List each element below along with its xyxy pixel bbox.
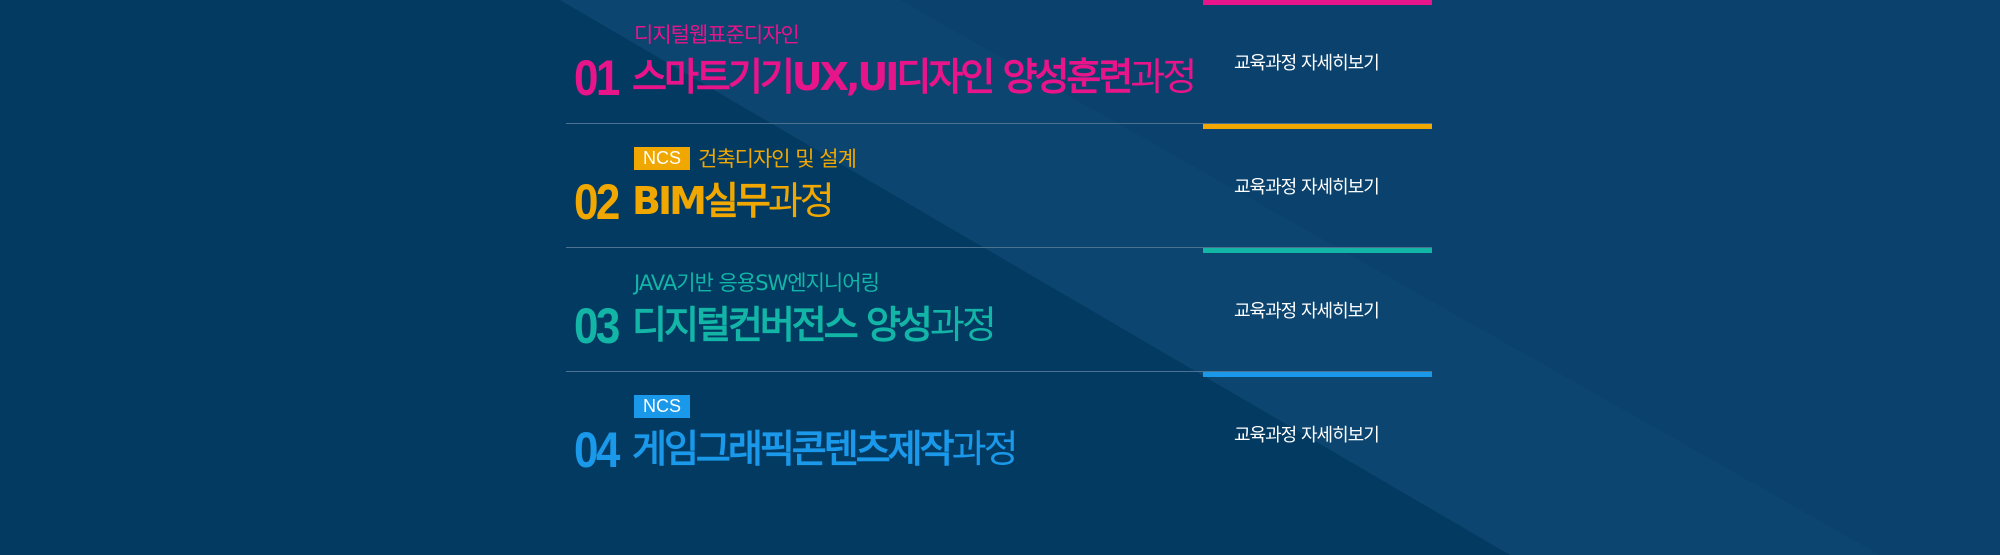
course-list: 01 디지털웹표준디자인 스마트기기UX,UI디자인 양성훈련과정 교육과정 자…	[566, 0, 1432, 496]
course-detail-label: 교육과정 자세히보기	[1234, 425, 1380, 446]
course-subtitle: 건축디자인 및 설계	[698, 147, 857, 171]
course-subtitle-line: NCS 건축디자인 및 설계	[634, 144, 857, 172]
course-title-suffix: 과정	[1130, 55, 1197, 99]
course-accent-bar	[1203, 0, 1432, 5]
course-detail-link[interactable]: 교육과정 자세히보기	[1203, 124, 1432, 248]
course-item-3: 03 JAVA기반 응용SW엔지니어링 디지털컨버전스 양성과정 교육과정 자세…	[566, 248, 1432, 372]
course-title-main: BIM실무	[632, 179, 771, 223]
course-accent-bar	[1203, 248, 1432, 253]
course-item-2: 02 NCS 건축디자인 및 설계 BIM실무과정 교육과정 자세히보기	[566, 124, 1432, 248]
course-detail-label: 교육과정 자세히보기	[1234, 177, 1380, 198]
course-subtitle: JAVA기반 응용SW엔지니어링	[634, 271, 880, 295]
course-title-suffix: 과정	[951, 427, 1019, 471]
course-number: 02	[574, 174, 620, 230]
course-detail-link[interactable]: 교육과정 자세히보기	[1203, 0, 1432, 124]
course-item-1: 01 디지털웹표준디자인 스마트기기UX,UI디자인 양성훈련과정 교육과정 자…	[566, 0, 1432, 124]
course-detail-label: 교육과정 자세히보기	[1234, 53, 1380, 74]
ncs-badge: NCS	[634, 394, 691, 418]
course-title-main: 스마트기기UX,UI디자인 양성훈련	[632, 55, 1133, 99]
course-number: 01	[574, 50, 620, 106]
course-detail-label: 교육과정 자세히보기	[1234, 301, 1380, 322]
course-number: 04	[574, 422, 620, 478]
course-subtitle-line: JAVA기반 응용SW엔지니어링	[634, 268, 880, 296]
course-item-4: 04 NCS 게임그래픽콘텐츠제작과정 교육과정 자세히보기	[566, 372, 1432, 496]
course-detail-link[interactable]: 교육과정 자세히보기	[1203, 372, 1432, 496]
course-number: 03	[574, 298, 620, 354]
ncs-badge: NCS	[634, 146, 691, 170]
course-title: 스마트기기UX,UI디자인 양성훈련과정	[632, 50, 1197, 104]
course-title: 디지털컨버전스 양성과정	[632, 298, 997, 352]
course-subtitle-line: 디지털웹표준디자인	[634, 20, 800, 48]
course-title-main: 게임그래픽콘텐츠제작	[632, 427, 955, 471]
course-subtitle: 디지털웹표준디자인	[634, 23, 800, 47]
course-title-suffix: 과정	[929, 303, 997, 347]
course-title-main: 디지털컨버전스 양성	[632, 303, 933, 347]
course-title-suffix: 과정	[767, 179, 835, 223]
course-accent-bar	[1203, 124, 1432, 129]
course-title: 게임그래픽콘텐츠제작과정	[632, 422, 1019, 476]
course-detail-link[interactable]: 교육과정 자세히보기	[1203, 248, 1432, 372]
course-title: BIM실무과정	[632, 174, 835, 228]
course-accent-bar	[1203, 372, 1432, 377]
course-subtitle-line: NCS	[634, 392, 698, 420]
